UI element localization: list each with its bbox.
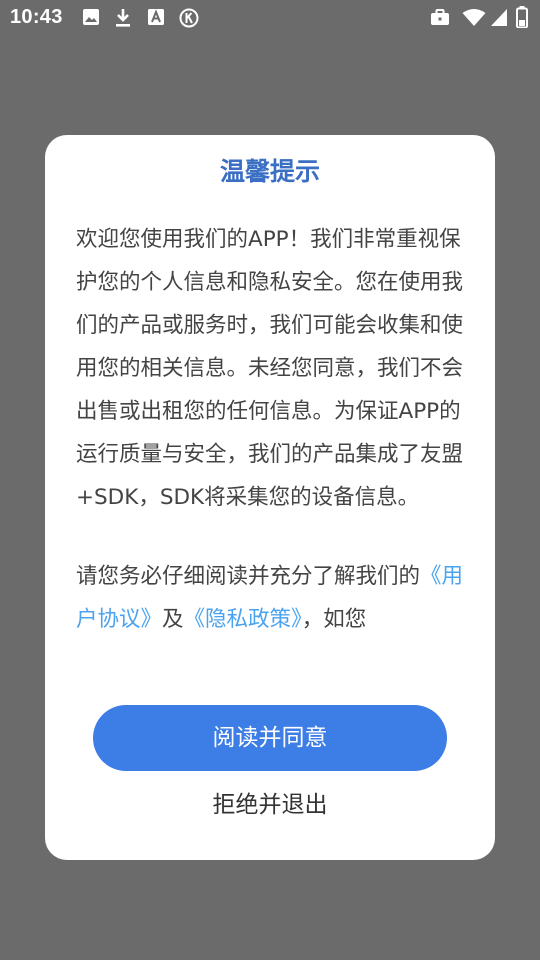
- a-box-icon: [148, 9, 164, 25]
- agree-button[interactable]: 阅读并同意: [93, 705, 447, 771]
- wifi-icon: [462, 9, 486, 26]
- agreement-paragraph-suffix: ，如您: [301, 607, 367, 632]
- agreement-paragraph-prefix: 请您务必仔细阅读并充分了解我们的: [76, 564, 421, 589]
- privacy-paragraph: 欢迎您使用我们的APP！我们非常重视保护您的个人信息和隐私安全。您在使用我们的产…: [76, 227, 464, 510]
- signal-icon: [491, 9, 507, 26]
- conjunction-text: 及: [162, 607, 184, 632]
- image-icon: [83, 9, 99, 25]
- download-icon: [116, 9, 130, 27]
- k-circle-icon: [179, 8, 199, 28]
- privacy-policy-link[interactable]: 《隐私政策》: [184, 607, 302, 632]
- battery-icon: [516, 6, 528, 28]
- briefcase-icon: [431, 9, 449, 25]
- agreement-paragraph: 请您务必仔细阅读并充分了解我们的《用户协议》及《隐私政策》，如您: [76, 555, 476, 641]
- dialog-body-scroll[interactable]: 欢迎您使用我们的APP！我们非常重视保护您的个人信息和隐私安全。您在使用我们的产…: [76, 218, 476, 660]
- status-time: 10:43: [10, 6, 63, 28]
- decline-button[interactable]: 拒绝并退出: [93, 784, 447, 826]
- status-bar: 10:43: [0, 0, 540, 36]
- dialog-title: 温馨提示: [219, 157, 320, 186]
